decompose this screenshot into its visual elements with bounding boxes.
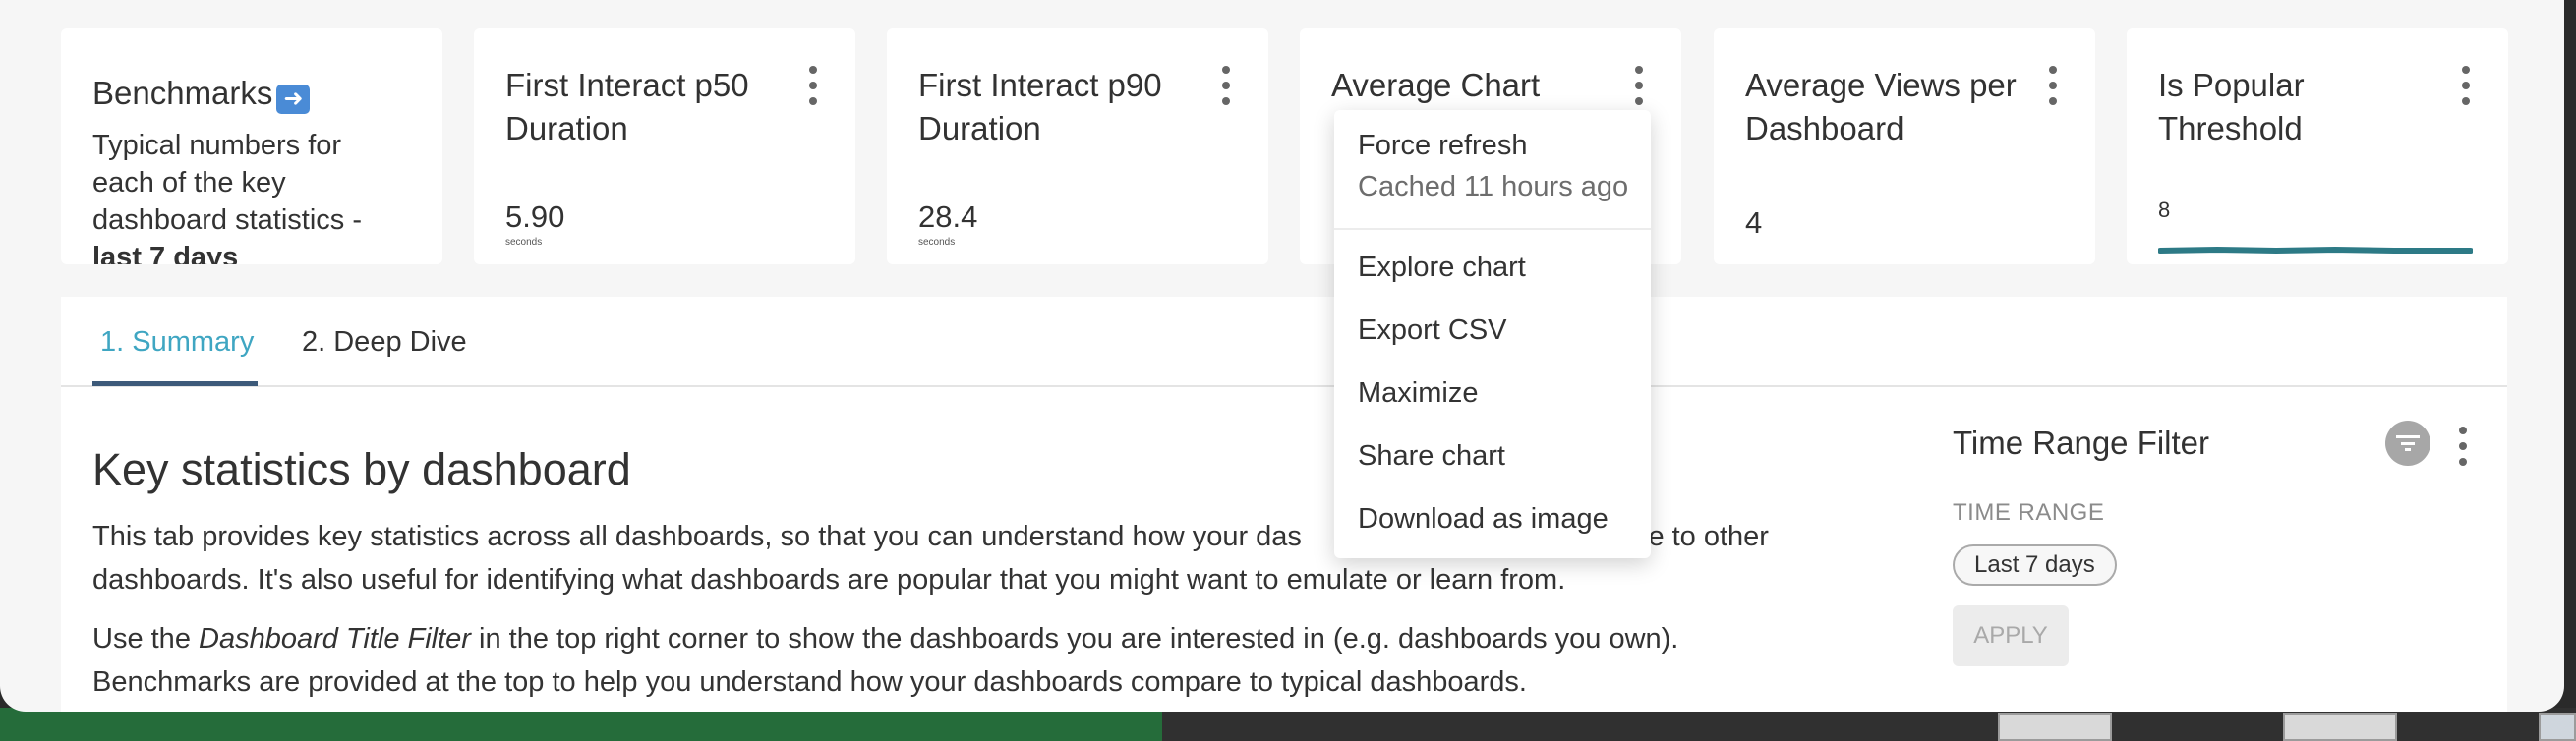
tab-bar: 1. Summary 2. Deep Dive	[61, 297, 2507, 387]
time-range-filter-title: Time Range Filter	[1953, 425, 2210, 461]
benchmarks-card: Benchmarks ➜ Typical numbers for each of …	[61, 28, 442, 264]
desktop-thumbnail[interactable]	[2283, 713, 2397, 741]
menu-item-maximize[interactable]: Maximize	[1358, 377, 1478, 410]
menu-item-share-chart[interactable]: Share chart	[1358, 440, 1505, 473]
menu-item-force-refresh[interactable]: Force refresh	[1358, 130, 1527, 162]
desktop-thumbnail[interactable]	[2539, 713, 2576, 741]
chart-actions-menu: Force refresh Cached 11 hours ago Explor…	[1334, 110, 1651, 558]
more-vert-icon[interactable]	[2046, 66, 2060, 105]
filter-icon[interactable]	[2385, 421, 2430, 466]
desktop-background	[0, 708, 2576, 741]
tab-summary[interactable]: 1. Summary	[100, 326, 254, 359]
unit-label: seconds	[918, 237, 956, 248]
menu-item-explore-chart[interactable]: Explore chart	[1358, 252, 1526, 284]
more-vert-icon[interactable]	[1632, 66, 1646, 105]
right-arrow-icon: ➜	[276, 85, 311, 114]
first-interact-p50-card: First Interact p50 Duration 5.90 seconds	[474, 28, 855, 264]
time-range-selector[interactable]: Last 7 days	[1953, 544, 2117, 586]
threshold-value: 8	[2158, 198, 2171, 222]
big-number: 28.4	[918, 200, 978, 234]
card-title: First Interact p50 Duration	[505, 67, 749, 146]
more-vert-icon[interactable]	[806, 66, 820, 105]
desktop-green-area	[0, 708, 1162, 741]
card-title: Is Popular Threshold	[2158, 67, 2305, 146]
big-number: 4	[1745, 205, 1763, 240]
sparkline	[2158, 246, 2473, 255]
first-interact-p90-card: First Interact p90 Duration 28.4 seconds	[887, 28, 1268, 264]
desktop-thumbnail[interactable]	[1998, 713, 2112, 741]
card-title: Average Views per Dashboard	[1745, 67, 2017, 146]
big-number: 5.90	[505, 200, 565, 234]
card-description: Typical numbers for each of the key dash…	[92, 130, 363, 264]
dashboard-window: Benchmarks ➜ Typical numbers for each of …	[0, 0, 2564, 712]
more-vert-icon[interactable]	[2456, 427, 2470, 466]
usage-paragraph: Use the Dashboard Title Filter in the to…	[92, 623, 1679, 698]
card-title: Average Chart	[1331, 67, 1541, 103]
is-popular-threshold-card: Is Popular Threshold 8	[2127, 28, 2508, 264]
card-title: Benchmarks ➜	[92, 72, 373, 115]
average-views-card: Average Views per Dashboard 4	[1714, 28, 2095, 264]
tab-deep-dive[interactable]: 2. Deep Dive	[302, 326, 467, 359]
apply-button[interactable]: APPLY	[1953, 605, 2069, 666]
active-tab-indicator	[92, 381, 258, 386]
menu-item-export-csv[interactable]: Export CSV	[1358, 314, 1507, 347]
menu-divider	[1334, 228, 1651, 230]
section-title: Key statistics by dashboard	[92, 444, 631, 494]
time-range-label: TIME RANGE	[1953, 499, 2105, 526]
more-vert-icon[interactable]	[2459, 66, 2473, 105]
cached-time-label: Cached 11 hours ago	[1358, 171, 1629, 202]
unit-label: seconds	[505, 237, 543, 248]
menu-item-download-image[interactable]: Download as image	[1358, 503, 1609, 536]
dashboard-main-panel: 1. Summary 2. Deep Dive Key statistics b…	[61, 297, 2507, 712]
card-title: First Interact p90 Duration	[918, 67, 1162, 146]
more-vert-icon[interactable]	[1219, 66, 1233, 105]
